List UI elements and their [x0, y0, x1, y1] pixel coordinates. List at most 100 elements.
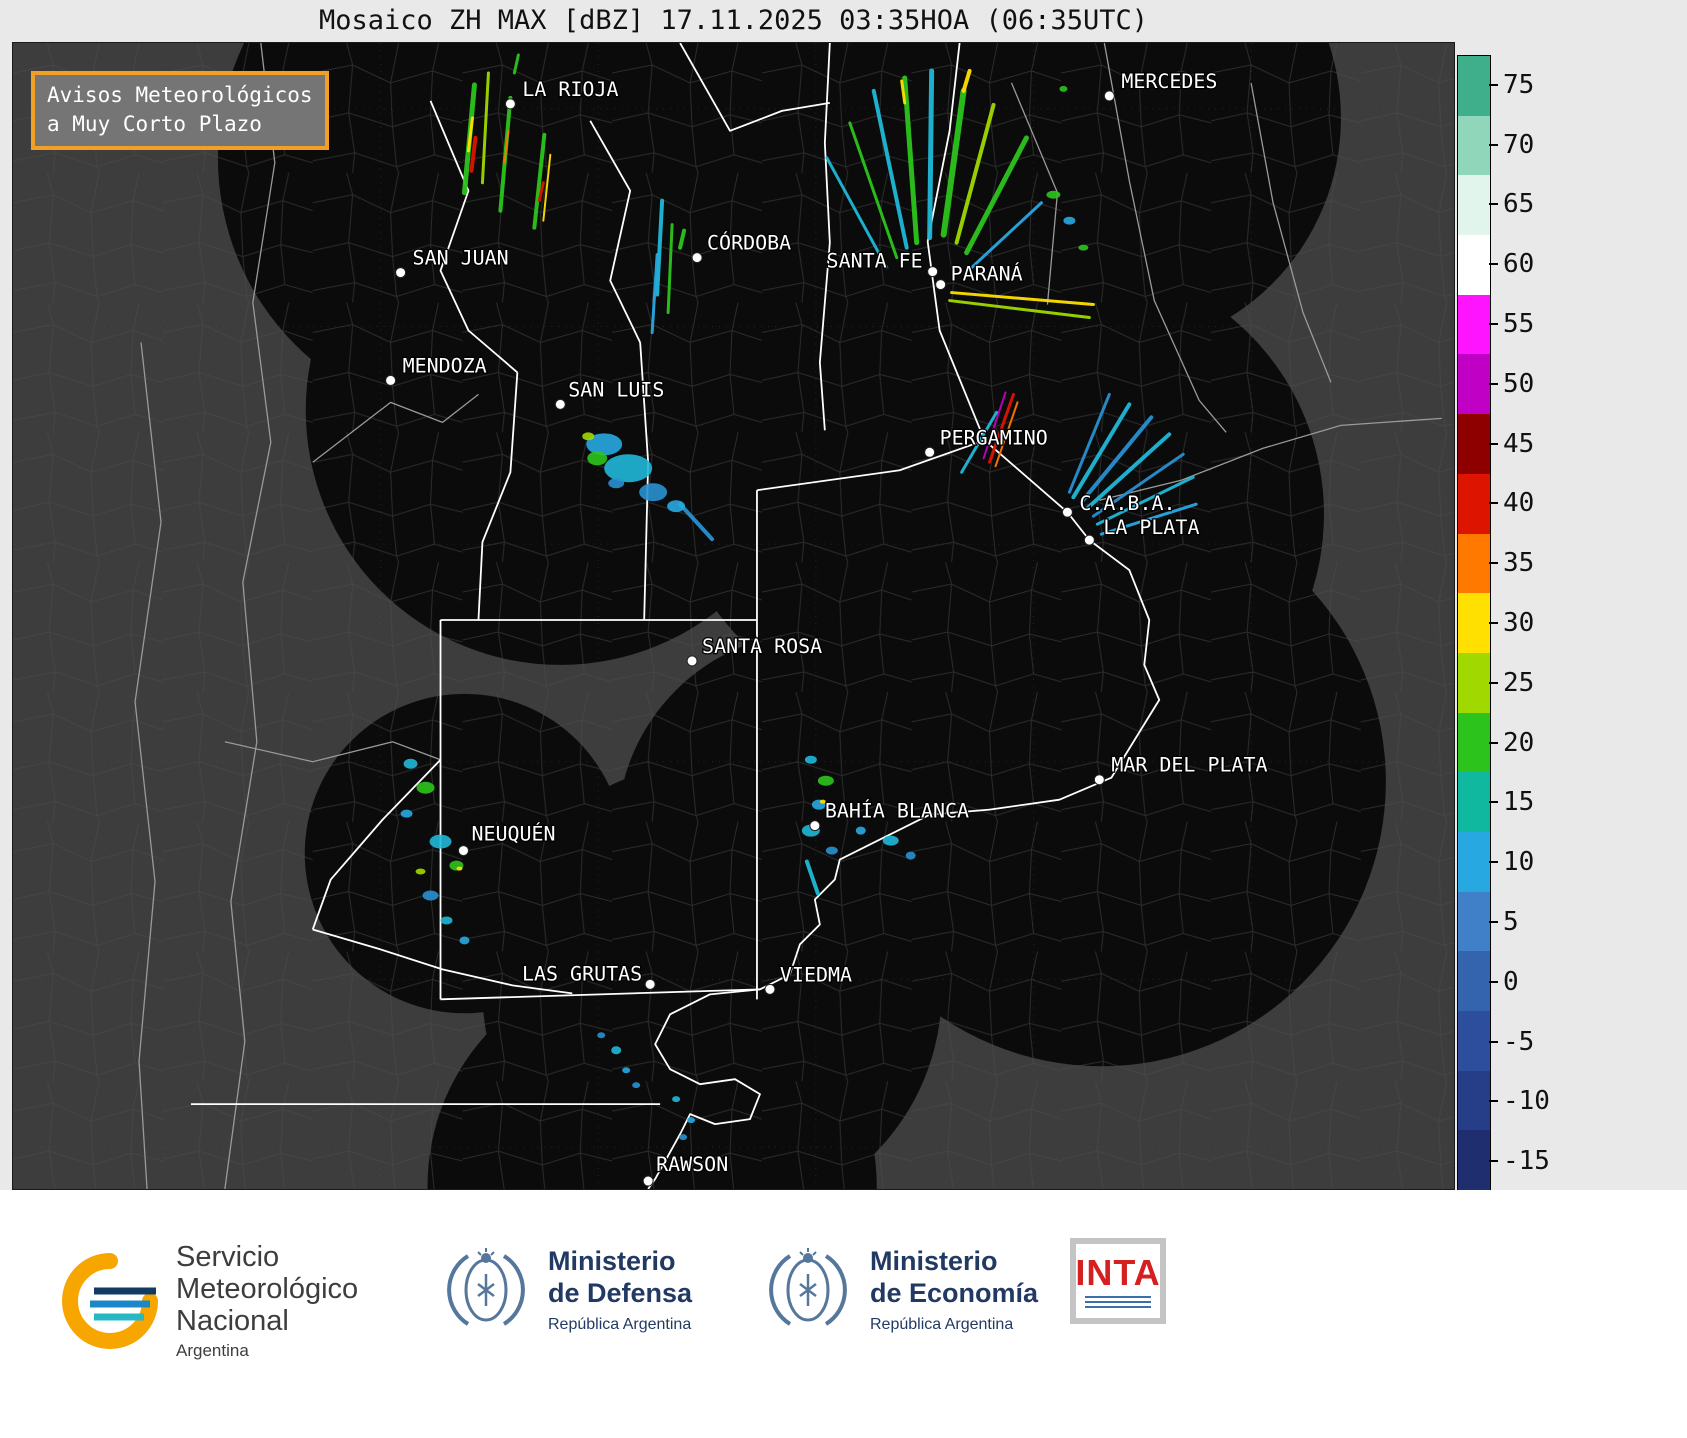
colorbar-tick-label: 75 — [1503, 69, 1535, 100]
echo-blob — [855, 826, 866, 835]
colorbar-tick-label: 70 — [1503, 129, 1535, 160]
city-label: VIEDMA — [780, 962, 852, 986]
city-label: LA PLATA — [1103, 515, 1199, 539]
city-dot — [1103, 90, 1115, 102]
echo-blob — [687, 1117, 696, 1124]
defensa-line2: de Defensa — [548, 1277, 693, 1308]
colorbar-segment — [1458, 294, 1490, 355]
colorbar-segment — [1458, 951, 1490, 1011]
city-dot — [924, 446, 936, 458]
echo-blob — [804, 755, 817, 764]
department-boundaries-mesh — [13, 43, 1454, 1189]
colorbar-scale — [1457, 55, 1491, 1191]
echo-blob — [456, 866, 463, 871]
colorbar-segment — [1458, 593, 1490, 653]
city-label: MENDOZA — [403, 353, 487, 377]
echo-blob — [632, 1082, 641, 1089]
colorbar-tick-label: 40 — [1503, 488, 1535, 519]
colorbar-tick-label: 5 — [1503, 906, 1519, 937]
colorbar-tick-label: -10 — [1503, 1086, 1550, 1117]
footer: Servicio Meteorológico Nacional Argentin… — [0, 1190, 1687, 1438]
colorbar-segment — [1458, 533, 1490, 594]
colorbar-segment — [1458, 831, 1490, 892]
city-label: BAHÍA BLANCA — [825, 799, 969, 823]
echo-blob — [1063, 216, 1076, 225]
colorbar-segment — [1458, 891, 1490, 952]
map-title: Mosaico ZH MAX [dBZ] 17.11.2025 03:35HOA… — [318, 5, 1149, 36]
echo-blob — [1059, 85, 1068, 92]
echo-blob — [639, 483, 668, 502]
echo-blob — [597, 1032, 606, 1039]
echo-blob — [422, 890, 439, 901]
echo-blob — [622, 1067, 631, 1074]
inta-logo: INTA — [1070, 1238, 1166, 1324]
echo-blob — [672, 1096, 681, 1103]
city-dot — [935, 279, 947, 291]
echo-blob — [604, 454, 653, 483]
echo-blob — [587, 451, 608, 466]
city-label: NEUQUÉN — [471, 822, 555, 846]
colorbar-segment — [1458, 1011, 1490, 1071]
echo-blob — [429, 834, 452, 849]
economia-line1: Ministerio — [870, 1246, 998, 1277]
city-dot — [644, 978, 656, 990]
warning-badge: Avisos Meteorológicos a Muy Corto Plazo — [31, 71, 329, 150]
echo-blob — [1046, 190, 1061, 199]
colorbar-segment — [1458, 175, 1490, 236]
colorbar-tick-label: 65 — [1503, 189, 1535, 220]
city-dot — [395, 267, 407, 279]
colorbar-segment — [1458, 1130, 1490, 1191]
defensa-logo-block: Ministerio de Defensa República Argentin… — [440, 1244, 692, 1336]
colorbar-segment — [1458, 712, 1490, 773]
echo-blob — [459, 936, 470, 945]
city-dot — [927, 266, 939, 278]
city-label: LA RIOJA — [522, 77, 618, 101]
colorbar-tick-label: 20 — [1503, 727, 1535, 758]
smn-line2: Meteorológico — [176, 1272, 359, 1305]
echo-blob — [1078, 244, 1089, 251]
colorbar-segment — [1458, 652, 1490, 713]
colorbar-tick-label: -5 — [1503, 1026, 1535, 1057]
smn-wordmark: Servicio Meteorológico Nacional Argentin… — [176, 1241, 359, 1361]
warning-badge-line1: Avisos Meteorológicos — [47, 83, 313, 107]
echo-blob — [817, 775, 834, 786]
city-label: SANTA ROSA — [702, 634, 822, 658]
colorbar-tick-label: 0 — [1503, 966, 1519, 997]
echo-blob — [416, 781, 435, 794]
colorbar-segment — [1458, 354, 1490, 415]
economia-logo-block: Ministerio de Economía República Argenti… — [762, 1244, 1038, 1336]
colorbar-tick-label: 25 — [1503, 667, 1535, 698]
defensa-line3: República Argentina — [548, 1315, 692, 1333]
colorbar-segment — [1458, 1070, 1490, 1131]
map-frame: MERCEDES LA RIOJA SAN JUAN CÓRDOBA SANTA FE P… — [12, 42, 1455, 1190]
colorbar-ticks: 75 70 65 60 55 50 45 40 35 30 25 20 15 10 5 0 -5 -10 -15 — [1503, 55, 1593, 1191]
colorbar-segment — [1458, 473, 1490, 534]
city-dot — [809, 820, 821, 832]
inta-stripes — [1085, 1295, 1151, 1308]
echo-blob — [667, 500, 686, 513]
city-label: SANTA FE — [827, 249, 923, 273]
echo-blob — [825, 846, 838, 855]
city-dot — [686, 655, 698, 667]
echo-blob — [582, 432, 595, 441]
defensa-wordmark: Ministerio de Defensa República Argentin… — [548, 1246, 692, 1333]
city-dot — [457, 845, 469, 857]
city-label: RAWSON — [656, 1152, 728, 1176]
echo-blob — [608, 478, 625, 489]
radar-map: MERCEDES LA RIOJA SAN JUAN CÓRDOBA SANTA FE P… — [13, 43, 1454, 1189]
echo-blob — [905, 851, 916, 860]
defensa-emblem-icon — [447, 1248, 525, 1326]
echo-blob — [400, 809, 413, 818]
economia-line2: de Economía — [870, 1277, 1039, 1308]
city-dot — [764, 983, 776, 995]
economia-emblem-icon — [769, 1248, 847, 1326]
city-label: PARANÁ — [951, 262, 1023, 286]
colorbar-tick-label: 50 — [1503, 368, 1535, 399]
colorbar-segment — [1458, 235, 1490, 295]
city-label: MAR DEL PLATA — [1111, 753, 1267, 777]
city-dot — [691, 252, 703, 264]
radar-mosaic-page: Mosaico ZH MAX [dBZ] 17.11.2025 03:35HOA… — [0, 0, 1687, 1438]
city-dot — [504, 98, 516, 110]
colorbar-tick-label: 35 — [1503, 548, 1535, 579]
colorbar-tick-label: -15 — [1503, 1146, 1550, 1177]
